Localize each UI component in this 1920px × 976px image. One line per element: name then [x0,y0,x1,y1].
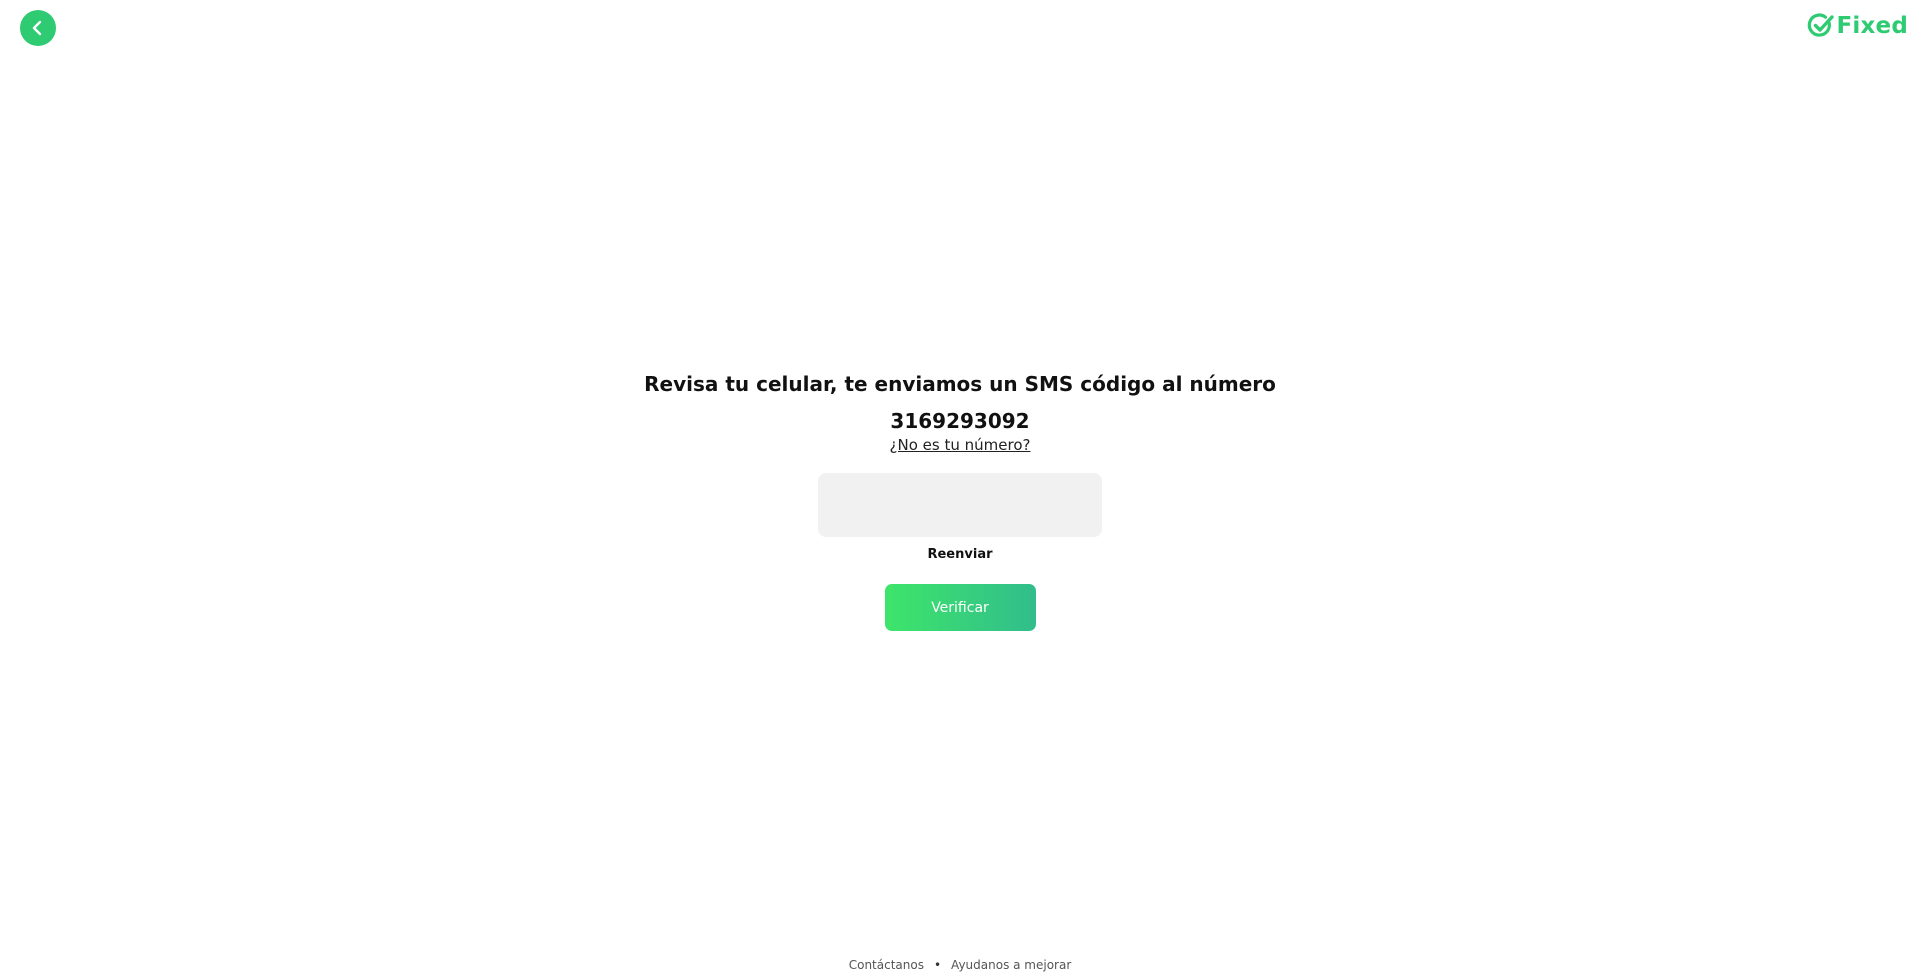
footer-separator: • [933,958,942,972]
phone-number: 3169293092 [890,409,1030,433]
code-input[interactable] [818,473,1102,537]
back-button[interactable] [20,10,56,46]
logo: Fixed [1807,10,1909,42]
page-title: Revisa tu celular, te enviamos un SMS có… [644,372,1276,396]
footer: Contáctanos • Ayudanos a mejorar [0,958,1920,972]
chevron-left-icon [32,20,42,36]
change-number-link[interactable]: ¿No es tu número? [890,435,1031,455]
resend-link[interactable]: Reenviar [927,546,992,564]
verify-button[interactable]: Verificar [884,584,1036,631]
check-circle-icon [1807,13,1834,37]
page: Fixed Revisa tu celular, te enviamos un … [0,0,1920,976]
feedback-link[interactable]: Ayudanos a mejorar [951,958,1071,972]
logo-text: Fixed [1836,13,1908,39]
verification-panel: Revisa tu celular, te enviamos un SMS có… [0,370,1920,631]
contact-link[interactable]: Contáctanos [849,958,924,972]
